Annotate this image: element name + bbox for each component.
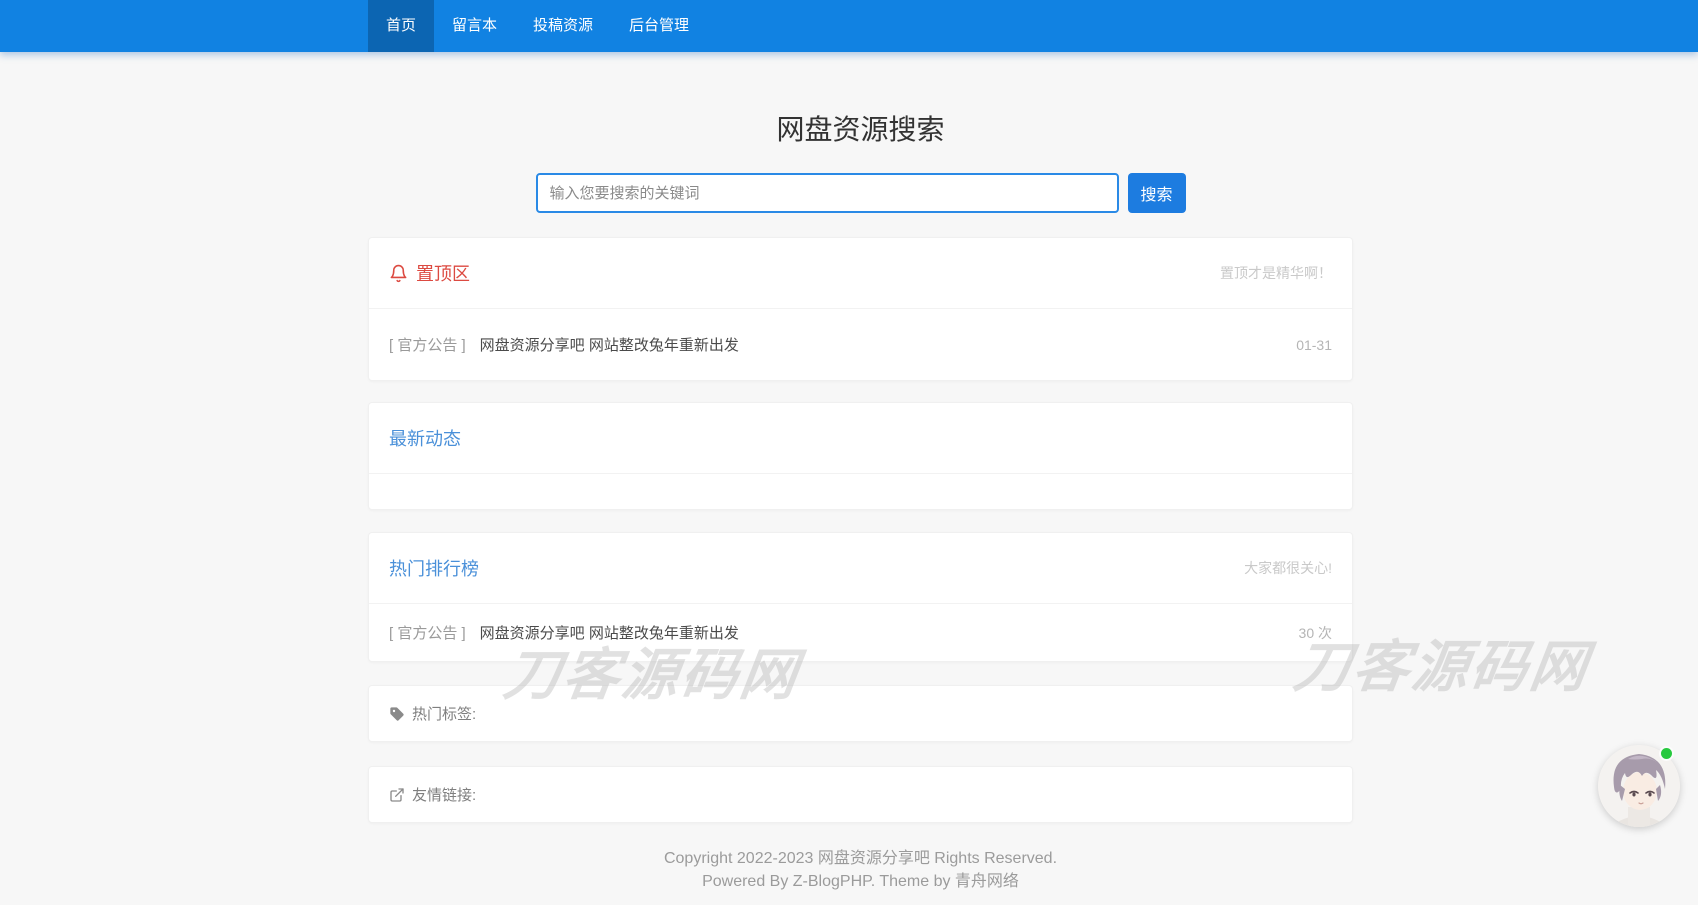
- search-input[interactable]: [536, 173, 1119, 213]
- pinned-section-card: 置顶区 置顶才是精华啊！ [ 官方公告 ] 网盘资源分享吧 网站整改兔年重新出发…: [368, 237, 1353, 381]
- hot-ranking-title: 热门排行榜: [389, 555, 479, 581]
- tag-icon: [389, 706, 405, 722]
- footer-copyright: Copyright 2022-2023 网盘资源分享吧 Rights Reser…: [368, 847, 1353, 870]
- pinned-list-item: [ 官方公告 ] 网盘资源分享吧 网站整改兔年重新出发 01-31: [369, 309, 1352, 380]
- external-link-icon: [389, 787, 405, 803]
- top-navbar: 首页 留言本 投稿资源 后台管理: [0, 0, 1698, 52]
- item-title-link[interactable]: 网盘资源分享吧 网站整改兔年重新出发: [480, 334, 739, 355]
- latest-section-card: 最新动态: [368, 402, 1353, 510]
- search-button[interactable]: 搜索: [1128, 173, 1186, 213]
- hot-ranking-title-text: 热门排行榜: [389, 555, 479, 581]
- latest-section-empty-body: [369, 474, 1352, 509]
- bell-icon: [389, 264, 408, 283]
- navbar-menu: 首页 留言本 投稿资源 后台管理: [368, 0, 1698, 52]
- footer-powered-by: Powered By Z-BlogPHP. Theme by 青舟网络: [368, 870, 1353, 893]
- nav-item-submit-resource[interactable]: 投稿资源: [515, 0, 611, 52]
- item-view-count: 30 次: [1299, 623, 1332, 643]
- hot-list-item: [ 官方公告 ] 网盘资源分享吧 网站整改兔年重新出发 30 次: [369, 604, 1352, 661]
- item-category: [ 官方公告 ]: [389, 334, 466, 355]
- hot-ranking-hint: 大家都很关心!: [1244, 558, 1332, 578]
- latest-section-header: 最新动态: [369, 403, 1352, 474]
- item-category: [ 官方公告 ]: [389, 622, 466, 643]
- search-form: 搜索: [368, 173, 1353, 213]
- item-date: 01-31: [1296, 337, 1332, 353]
- latest-section-title: 最新动态: [389, 425, 461, 451]
- friend-links-card: 友情链接:: [368, 766, 1353, 823]
- item-title-link[interactable]: 网盘资源分享吧 网站整改兔年重新出发: [480, 622, 739, 643]
- nav-item-admin[interactable]: 后台管理: [611, 0, 707, 52]
- hot-ranking-card: 热门排行榜 大家都很关心! [ 官方公告 ] 网盘资源分享吧 网站整改兔年重新出…: [368, 532, 1353, 662]
- nav-item-guestbook[interactable]: 留言本: [434, 0, 515, 52]
- page-footer: Copyright 2022-2023 网盘资源分享吧 Rights Reser…: [368, 847, 1353, 893]
- pinned-section-title: 置顶区: [389, 260, 470, 286]
- hot-tags-card: 热门标签:: [368, 685, 1353, 742]
- page-title: 网盘资源搜索: [368, 112, 1353, 148]
- hot-tags-label: 热门标签:: [412, 703, 476, 724]
- pinned-section-title-text: 置顶区: [416, 260, 470, 286]
- latest-section-title-text: 最新动态: [389, 425, 461, 451]
- pinned-section-hint: 置顶才是精华啊！: [1220, 263, 1332, 283]
- online-status-dot: [1659, 746, 1674, 761]
- chat-avatar-widget[interactable]: [1598, 745, 1680, 827]
- pinned-section-header: 置顶区 置顶才是精华啊！: [369, 238, 1352, 309]
- friend-links-label: 友情链接:: [412, 784, 476, 805]
- hot-ranking-header: 热门排行榜 大家都很关心!: [369, 533, 1352, 604]
- main-content: 网盘资源搜索 搜索 置顶区 置顶才是精华啊！ [ 官方公告 ] 网盘资源分享吧 …: [368, 112, 1353, 893]
- nav-item-home[interactable]: 首页: [368, 0, 434, 52]
